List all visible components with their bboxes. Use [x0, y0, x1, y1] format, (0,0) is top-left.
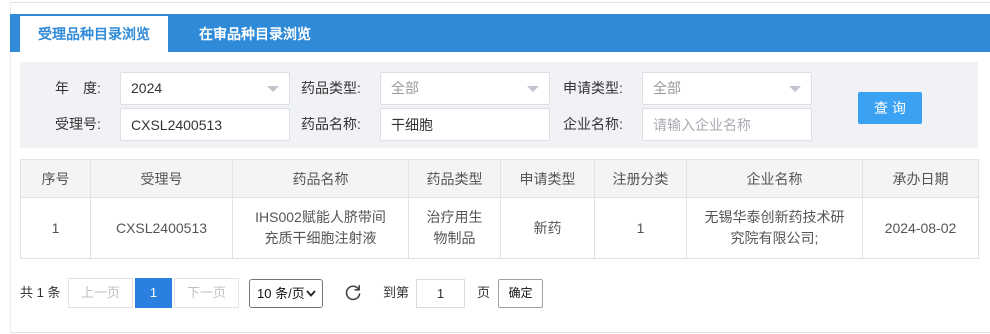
table-header-row: 序号 受理号 药品名称 药品类型 申请类型 注册分类 企业名称 承办日期 [20, 159, 979, 198]
cell-drug-name: IHS002赋能人脐带间充质干细胞注射液 [232, 197, 409, 259]
drug-type-select-value: 全部 [391, 80, 419, 96]
chevron-down-icon [789, 86, 801, 92]
cell-drug-name-text: IHS002赋能人脐带间充质干细胞注射液 [255, 209, 386, 246]
column-header-index: 序号 [20, 159, 91, 198]
goto-page-input[interactable] [416, 279, 465, 308]
page-button-current[interactable]: 1 [135, 278, 172, 308]
query-button[interactable]: 查 询 [858, 92, 922, 124]
column-header-apply-type: 申请类型 [500, 159, 595, 198]
column-header-drug-type: 药品类型 [408, 159, 501, 198]
page-size-select[interactable]: 10 条/页 [249, 279, 323, 308]
company-name-input[interactable] [642, 108, 812, 141]
cell-accept-no: CXSL2400513 [90, 197, 233, 259]
cell-drug-type-text: 治疗用生物制品 [426, 209, 483, 246]
next-page-button[interactable]: 下一页 [174, 278, 239, 308]
column-header-accept-no: 受理号 [90, 159, 233, 198]
tab-under-review-catalog[interactable]: 在审品种目录浏览 [180, 16, 330, 52]
accept-no-label: 受理号: [55, 116, 101, 132]
column-header-company-name: 企业名称 [686, 159, 863, 198]
tab-accepted-catalog[interactable]: 受理品种目录浏览 [20, 16, 168, 52]
chevron-down-icon [267, 86, 279, 92]
apply-type-select[interactable]: 全部 [642, 72, 812, 105]
accept-no-input[interactable] [120, 108, 290, 141]
column-header-drug-name: 药品名称 [232, 159, 409, 198]
total-count: 共 1 条 [20, 285, 61, 300]
apply-type-label: 申请类型: [563, 80, 623, 96]
table-row: 1 CXSL2400513 IHS002赋能人脐带间充质干细胞注射液 治疗用生物… [20, 197, 979, 259]
cell-reg-category: 1 [594, 197, 687, 259]
cell-company-name: 无锡华泰创新药技术研究院有限公司; [686, 197, 863, 259]
column-header-handling-date: 承办日期 [862, 159, 979, 198]
drug-type-select[interactable]: 全部 [380, 72, 550, 105]
apply-type-select-value: 全部 [653, 80, 681, 96]
page-size-value: 10 条/页 [257, 286, 305, 301]
tab-bar: 受理品种目录浏览 在审品种目录浏览 [10, 14, 990, 52]
drug-type-label: 药品类型: [301, 80, 361, 96]
company-name-label: 企业名称: [563, 116, 623, 132]
drug-name-input[interactable] [380, 108, 550, 141]
cell-drug-type: 治疗用生物制品 [408, 197, 501, 259]
year-label: 年 度: [55, 80, 101, 96]
cell-index: 1 [20, 197, 91, 259]
goto-label: 到第 [383, 285, 410, 300]
chevron-down-icon [306, 290, 316, 297]
cell-apply-type: 新药 [500, 197, 595, 259]
drug-name-label: 药品名称: [301, 116, 361, 132]
refresh-icon[interactable] [343, 283, 363, 303]
column-header-reg-category: 注册分类 [594, 159, 687, 198]
prev-page-button[interactable]: 上一页 [68, 278, 133, 308]
cell-handling-date: 2024-08-02 [862, 197, 979, 259]
chevron-down-icon [527, 86, 539, 92]
results-table: 序号 受理号 药品名称 药品类型 申请类型 注册分类 企业名称 承办日期 1 C… [20, 159, 979, 259]
year-select-value: 2024 [131, 80, 163, 96]
year-select[interactable]: 2024 [120, 72, 290, 105]
page-unit-label: 页 [477, 285, 491, 300]
cell-company-name-text: 无锡华泰创新药技术研究院有限公司; [704, 209, 845, 246]
goto-confirm-button[interactable]: 确定 [498, 279, 543, 308]
